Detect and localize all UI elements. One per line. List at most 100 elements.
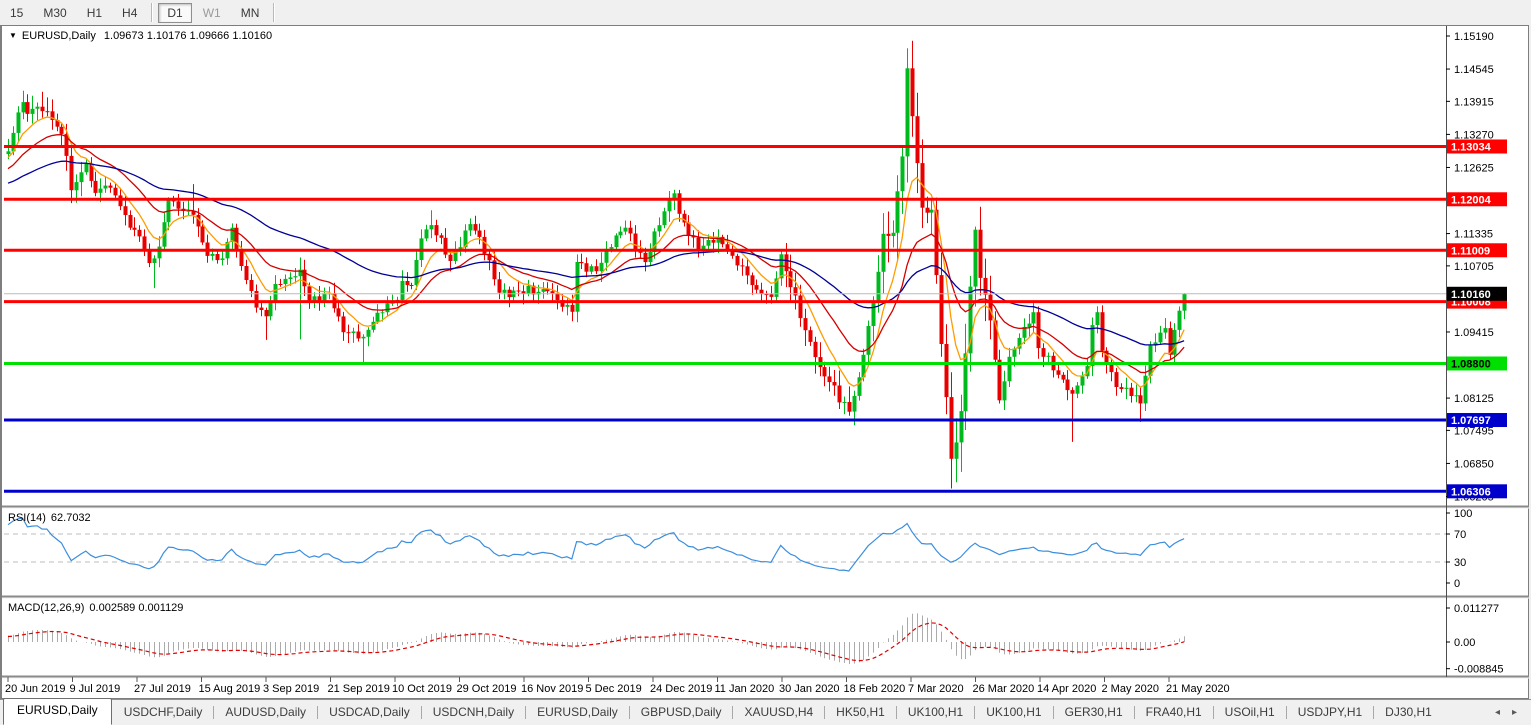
candle-body xyxy=(615,235,619,247)
date-axis-label: 20 Jun 2019 xyxy=(5,683,66,695)
candle-body xyxy=(138,230,142,237)
candle-body xyxy=(940,275,944,344)
candle-body xyxy=(337,308,341,316)
candle-body xyxy=(386,303,390,312)
tab-8-hk50-h1[interactable]: HK50,H1 xyxy=(825,700,896,725)
tab-4-usdcnh-daily[interactable]: USDCNH,Daily xyxy=(422,700,525,725)
tab-1-usdchf-daily[interactable]: USDCHF,Daily xyxy=(113,700,214,725)
candle-body xyxy=(410,285,414,286)
candle-body xyxy=(347,332,351,333)
tab-scroll-right-icon[interactable]: ▸ xyxy=(1506,707,1523,718)
candle-body xyxy=(498,279,502,292)
candle-body xyxy=(1130,388,1134,396)
chevron-down-icon[interactable]: ▼ xyxy=(9,31,17,40)
timeframe-button-15[interactable]: 15 xyxy=(1,3,32,23)
candle-body xyxy=(629,228,633,234)
candle-body xyxy=(644,253,648,262)
candle-body xyxy=(634,234,638,250)
chart-title: ▼EURUSD,Daily1.09673 1.10176 1.09666 1.1… xyxy=(9,30,272,42)
candle-body xyxy=(838,386,842,403)
date-axis-label: 18 Feb 2020 xyxy=(844,683,906,695)
tab-11-ger30-h1[interactable]: GER30,H1 xyxy=(1054,700,1134,725)
candle-body xyxy=(70,156,74,190)
candle-body xyxy=(109,186,113,188)
candle-body xyxy=(848,402,852,412)
candle-body xyxy=(804,318,808,330)
candle-body xyxy=(104,186,108,189)
date-axis-label: 7 Mar 2020 xyxy=(908,683,964,695)
tab-3-usdcad-daily[interactable]: USDCAD,Daily xyxy=(318,700,421,725)
candle-body xyxy=(352,332,356,334)
candle-body xyxy=(1042,348,1046,357)
level-price-badge-label: 1.08800 xyxy=(1451,358,1491,370)
level-price-badge-label: 1.11009 xyxy=(1451,245,1490,257)
price-axis-tick-label: 1.10705 xyxy=(1454,261,1494,273)
candle-body xyxy=(950,397,954,459)
candle-body xyxy=(989,295,993,321)
candle-body xyxy=(566,305,570,307)
tab-12-fra40-h1[interactable]: FRA40,H1 xyxy=(1135,700,1213,725)
tab-14-usdjpy-h1[interactable]: USDJPY,H1 xyxy=(1287,700,1373,725)
candle-body xyxy=(1135,395,1139,396)
candle-body xyxy=(580,262,584,263)
timeframe-button-h1[interactable]: H1 xyxy=(78,3,111,23)
tab-0-eurusd-daily[interactable]: EURUSD,Daily xyxy=(3,698,112,725)
candle-body xyxy=(94,181,98,193)
tab-5-eurusd-daily[interactable]: EURUSD,Daily xyxy=(526,700,629,725)
candle-body xyxy=(585,263,589,272)
candle-body xyxy=(177,201,181,208)
candle-body xyxy=(367,330,371,337)
timeframe-button-m30[interactable]: M30 xyxy=(34,3,75,23)
level-price-badge-label: 1.10160 xyxy=(1451,289,1491,301)
price-axis-tick-label: 1.11335 xyxy=(1454,229,1493,241)
tab-scroll-left-icon[interactable]: ◂ xyxy=(1489,707,1506,718)
macd-axis-label: 0.00 xyxy=(1454,637,1475,649)
timeframe-button-h4[interactable]: H4 xyxy=(113,3,146,23)
candle-body xyxy=(1032,312,1036,323)
candle-body xyxy=(17,112,21,132)
date-axis-label: 5 Dec 2019 xyxy=(586,683,642,695)
tab-13-usoil-h1[interactable]: USOil,H1 xyxy=(1214,700,1286,725)
date-axis-label: 24 Dec 2019 xyxy=(650,683,712,695)
candle-body xyxy=(979,230,983,278)
tab-10-uk100-h1[interactable]: UK100,H1 xyxy=(975,700,1052,725)
candle-body xyxy=(955,442,959,458)
timeframe-button-d1[interactable]: D1 xyxy=(158,3,191,23)
candle-body xyxy=(522,291,526,293)
candle-body xyxy=(658,225,662,231)
candle-body xyxy=(551,291,555,293)
candle-body xyxy=(362,337,366,339)
toolbar-separator xyxy=(151,3,153,22)
candle-body xyxy=(440,235,444,238)
candle-body xyxy=(474,224,478,231)
candle-body xyxy=(1071,390,1075,394)
candle-body xyxy=(1047,356,1051,357)
timeframe-button-mn[interactable]: MN xyxy=(232,3,269,23)
trading-platform: { "toolbar": { "items": [ {"label": "15"… xyxy=(0,0,1531,725)
candle-body xyxy=(595,266,599,271)
candle-body xyxy=(1003,381,1007,400)
candle-body xyxy=(158,247,162,259)
chart-ohlc-values: 1.09673 1.10176 1.09666 1.10160 xyxy=(104,30,272,42)
tab-6-gbpusd-daily[interactable]: GBPUSD,Daily xyxy=(630,700,733,725)
moving-average-slow xyxy=(8,161,1184,345)
candle-body xyxy=(911,68,915,116)
candle-body xyxy=(751,275,755,285)
candle-body xyxy=(872,302,876,326)
macd-indicator-values: 0.002589 0.001129 xyxy=(89,602,183,614)
candle-body xyxy=(741,265,745,266)
tab-2-audusd-daily[interactable]: AUDUSD,Daily xyxy=(214,700,317,725)
level-price-badge-label: 1.13034 xyxy=(1451,141,1492,153)
macd-axis-label: 0.011277 xyxy=(1454,603,1499,615)
date-axis-label: 26 Mar 2020 xyxy=(973,683,1035,695)
candle-body xyxy=(216,254,220,260)
candle-body xyxy=(430,225,434,229)
tab-7-xauusd-h4[interactable]: XAUUSD,H4 xyxy=(733,700,824,725)
candle-body xyxy=(1178,311,1182,330)
tab-9-uk100-h1[interactable]: UK100,H1 xyxy=(897,700,974,725)
candle-body xyxy=(114,188,118,196)
date-axis-label: 9 Jul 2019 xyxy=(70,683,121,695)
timeframe-button-w1[interactable]: W1 xyxy=(194,3,230,23)
tab-15-dj30-h1[interactable]: DJ30,H1 xyxy=(1374,700,1443,725)
candle-body xyxy=(916,116,920,163)
